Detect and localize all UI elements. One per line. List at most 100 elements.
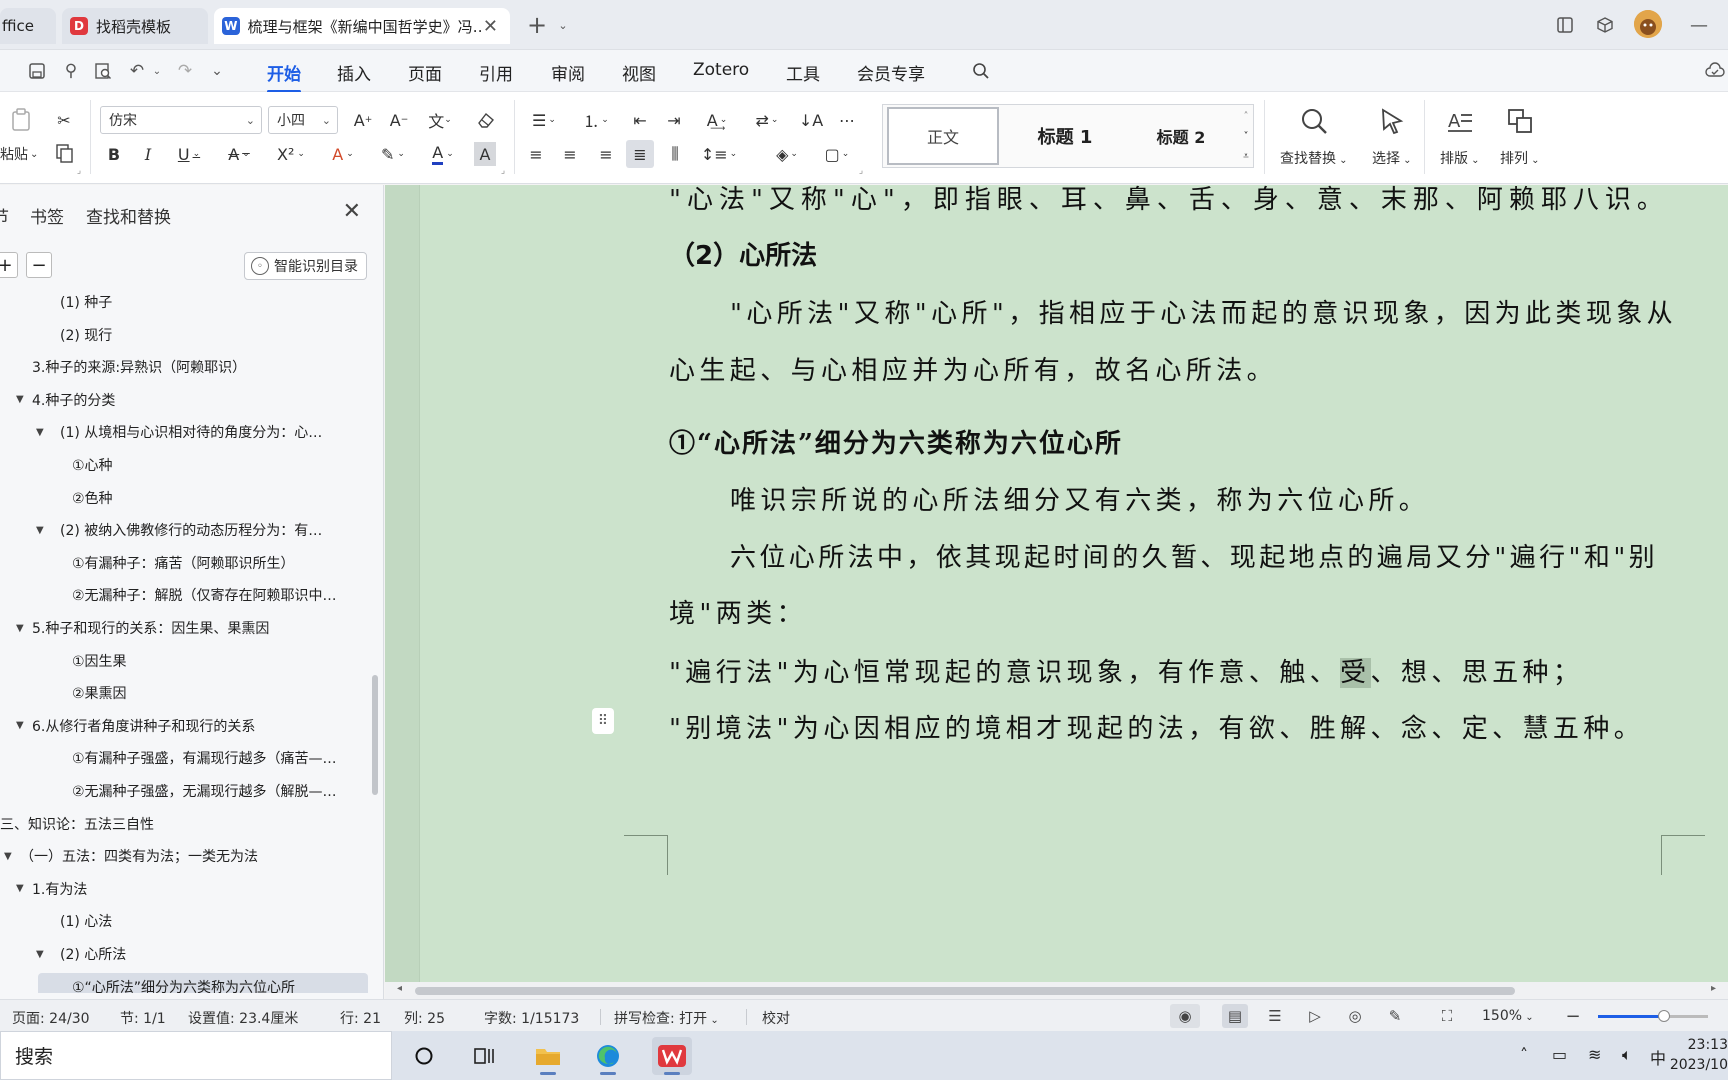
- numbered-list-icon[interactable]: ⒈ ⌄: [578, 106, 614, 134]
- strikethrough-icon[interactable]: A ⌄: [222, 140, 256, 168]
- web-view-icon[interactable]: ◎: [1342, 1004, 1368, 1028]
- show-marks-icon[interactable]: ⋯: [834, 106, 860, 134]
- redo-icon[interactable]: ↷: [172, 58, 198, 84]
- outline-item[interactable]: ①有漏种子强盛，有漏现行越多（痛苦—…: [0, 743, 372, 773]
- taskbar-search[interactable]: 搜索: [0, 1031, 392, 1080]
- find-replace-button[interactable]: 查找替换 ⌄: [1280, 104, 1348, 168]
- status-row[interactable]: 行: 21: [340, 1008, 381, 1028]
- justify-icon[interactable]: ≣: [626, 140, 654, 168]
- menu-view[interactable]: 视图: [622, 60, 656, 85]
- text-effect-icon[interactable]: A ⌄: [324, 140, 362, 168]
- menu-insert[interactable]: 插入: [337, 60, 371, 85]
- menu-review[interactable]: 审阅: [551, 60, 585, 85]
- line-spacing-icon[interactable]: ↕≡ ⌄: [700, 140, 738, 168]
- tab-docer-templates[interactable]: D 找稻壳模板: [62, 8, 208, 44]
- expand-triangle-icon[interactable]: ▼: [36, 427, 44, 438]
- expand-triangle-icon[interactable]: ▼: [16, 720, 24, 731]
- nav-tab-bookmarks[interactable]: 书签: [30, 203, 64, 228]
- menu-tools[interactable]: 工具: [786, 60, 820, 85]
- increase-indent-icon[interactable]: ⇥: [662, 106, 686, 134]
- outline-item[interactable]: ①“心所法”细分为六类称为六位心所: [0, 972, 372, 993]
- style-normal[interactable]: 正文: [887, 107, 999, 165]
- shading-icon[interactable]: ◈ ⌄: [768, 140, 806, 168]
- status-col[interactable]: 列: 25: [404, 1008, 445, 1028]
- decrease-indent-icon[interactable]: ⇤: [628, 106, 652, 134]
- superscript-icon[interactable]: X² ⌄: [272, 140, 310, 168]
- phonetic-guide-icon[interactable]: 文 ⌄: [422, 106, 458, 134]
- highlight-icon[interactable]: ✎ ⌄: [374, 140, 412, 168]
- outline-item[interactable]: 三、知识论：五法三自性: [0, 809, 372, 839]
- task-view-icon[interactable]: [464, 1037, 504, 1075]
- scroll-right-icon[interactable]: ▸: [1711, 983, 1716, 994]
- collapse-all-button[interactable]: −: [26, 252, 52, 278]
- align-center-icon[interactable]: ≡: [558, 140, 582, 168]
- nav-tab-find-replace[interactable]: 查找和替换: [86, 203, 171, 228]
- clear-format-icon[interactable]: [472, 106, 500, 134]
- status-section[interactable]: 节: 1/1: [120, 1008, 166, 1028]
- font-expand-icon[interactable]: ⌟: [498, 166, 508, 176]
- outline-item[interactable]: ▼ (2) 被纳入佛教修行的动态历程分为：有…: [0, 515, 372, 545]
- outline-item[interactable]: ①因生果: [0, 646, 372, 676]
- pen-icon[interactable]: ✎: [1382, 1004, 1408, 1028]
- wps-office-icon[interactable]: [652, 1037, 692, 1075]
- styles-more-icon[interactable]: ⩡: [1239, 147, 1253, 165]
- tab-office[interactable]: ffice: [0, 8, 56, 44]
- file-explorer-icon[interactable]: [528, 1037, 568, 1075]
- outline-item[interactable]: ▼ (1) 从境相与心识相对待的角度分为：心…: [0, 417, 372, 447]
- grow-font-icon[interactable]: A +: [350, 106, 376, 134]
- expand-all-button[interactable]: +: [0, 252, 18, 278]
- battery-icon[interactable]: ▭: [1552, 1045, 1567, 1064]
- distribute-icon[interactable]: ⫼: [662, 140, 688, 168]
- outline-item[interactable]: (1) 心法: [0, 906, 372, 936]
- outline-item[interactable]: ▼ (2) 心所法: [0, 939, 372, 969]
- font-size-select[interactable]: 小四 ⌄: [268, 106, 338, 134]
- minimize-icon[interactable]: —: [1686, 12, 1712, 38]
- outline-item[interactable]: ▼ 4.种子的分类: [0, 385, 372, 415]
- play-icon[interactable]: ▷: [1302, 1004, 1328, 1028]
- menu-zotero[interactable]: Zotero: [693, 60, 749, 80]
- clipboard-expand-icon[interactable]: ⌟: [74, 166, 84, 176]
- shrink-font-icon[interactable]: A −: [386, 106, 412, 134]
- ime-indicator[interactable]: 中: [1650, 1045, 1666, 1069]
- cortana-icon[interactable]: [404, 1037, 444, 1075]
- zoom-slider-knob[interactable]: [1658, 1010, 1670, 1022]
- edge-browser-icon[interactable]: [588, 1037, 628, 1075]
- close-tab-icon[interactable]: ✕: [483, 16, 498, 37]
- select-button[interactable]: 选择 ⌄: [1372, 104, 1412, 168]
- zoom-out-icon[interactable]: −: [1560, 1004, 1586, 1028]
- underline-icon[interactable]: U ⌄: [172, 140, 206, 168]
- char-shading-icon[interactable]: A: [474, 142, 496, 166]
- more-chevron-icon[interactable]: ⌄: [204, 58, 230, 84]
- menu-member[interactable]: 会员专享: [857, 60, 925, 85]
- volume-icon[interactable]: 🔈︎: [1622, 1045, 1632, 1065]
- outline-view-icon[interactable]: ☰: [1262, 1004, 1288, 1028]
- bold-icon[interactable]: B: [102, 140, 126, 168]
- expand-triangle-icon[interactable]: ▼: [36, 525, 44, 536]
- sort-icon[interactable]: ↓A: [798, 106, 824, 134]
- cut-icon[interactable]: ✂: [50, 106, 78, 134]
- system-clock[interactable]: 23:13 2023/10: [1670, 1035, 1728, 1075]
- undo-dropdown-icon[interactable]: ⌄: [144, 58, 170, 84]
- fit-page-icon[interactable]: ⛶: [1434, 1004, 1460, 1028]
- outline-item[interactable]: ②果熏因: [0, 678, 372, 708]
- drag-handle-icon[interactable]: ⠿: [592, 708, 614, 734]
- outline-item[interactable]: ▼ 1.有为法: [0, 874, 372, 904]
- zoom-level[interactable]: 150% ⌄: [1482, 1008, 1534, 1024]
- outline-item[interactable]: (1) 种子: [0, 293, 372, 317]
- status-spellcheck[interactable]: 拼写检查: 打开 ⌄: [614, 1008, 719, 1028]
- expand-triangle-icon[interactable]: ▼: [16, 623, 24, 634]
- scrollbar-thumb[interactable]: [415, 987, 1515, 995]
- font-color-icon[interactable]: A ⌄: [424, 140, 462, 168]
- italic-icon[interactable]: I: [136, 140, 160, 168]
- eye-protection-icon[interactable]: ◉: [1170, 1004, 1200, 1028]
- tab-current-document[interactable]: W 梳理与框架《新编中国哲学史》冯… ✕: [214, 8, 510, 44]
- outline-item[interactable]: ②色种: [0, 483, 372, 513]
- close-icon[interactable]: ✕: [343, 199, 361, 224]
- text-direction-icon[interactable]: A͢ ⌄: [698, 106, 736, 134]
- menu-page[interactable]: 页面: [408, 60, 442, 85]
- align-right-icon[interactable]: ≡: [594, 140, 618, 168]
- outline-item[interactable]: ▼ 5.种子和现行的关系：因生果、果熏因: [0, 613, 372, 643]
- bullet-list-icon[interactable]: ☰ ⌄: [526, 106, 562, 134]
- typeset-button[interactable]: A 排版 ⌄: [1440, 104, 1480, 168]
- styles-scroll-up-icon[interactable]: ˄: [1239, 107, 1253, 125]
